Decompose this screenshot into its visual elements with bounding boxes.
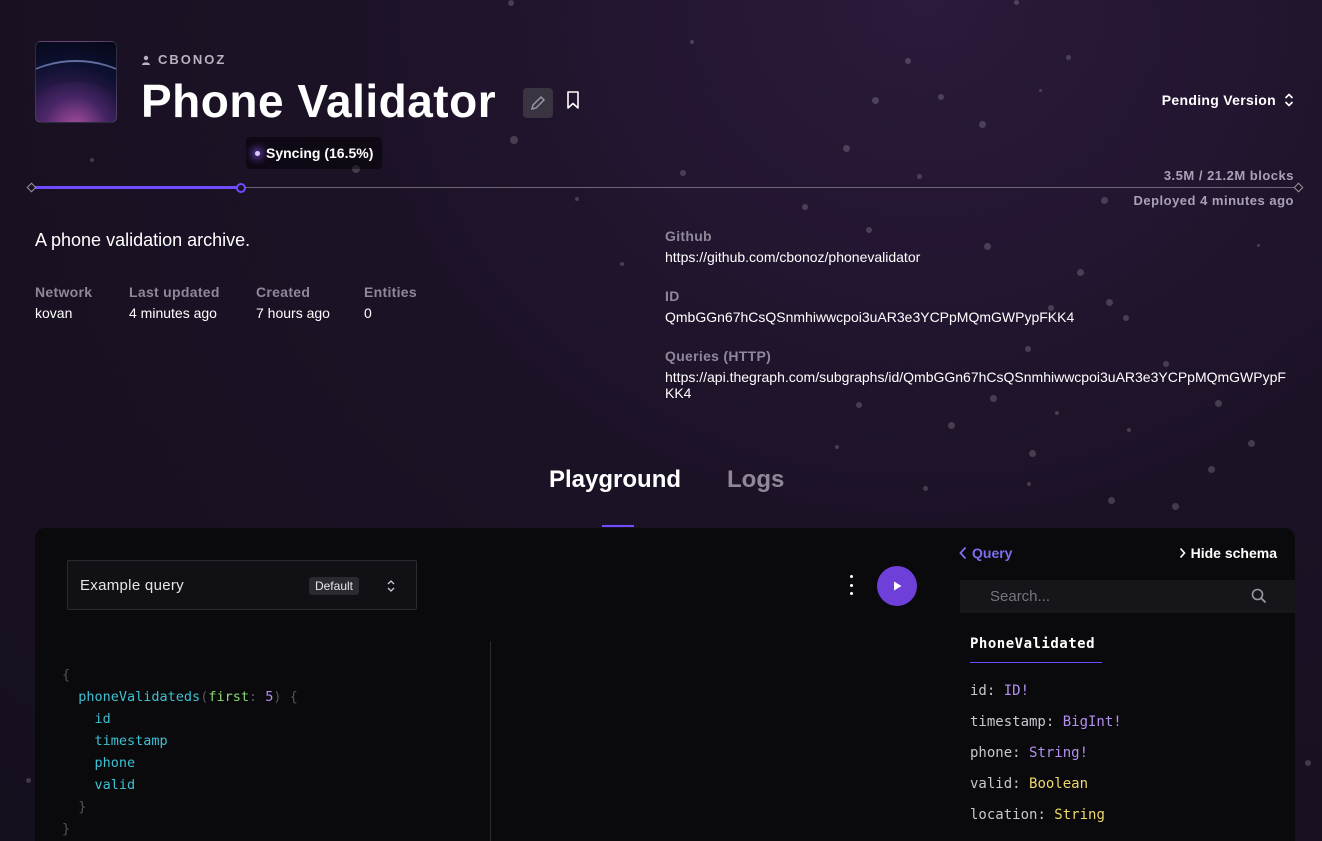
field-type[interactable]: ID! [1004,683,1029,699]
deployment-id[interactable]: QmbGGn67hCsQSnmhiwwcpoi3uAR3e3YCPpMQmGWP… [665,309,1295,325]
github-link[interactable]: https://github.com/cbonoz/phonevalidator [665,249,1295,265]
field-type[interactable]: String! [1029,745,1088,761]
sync-status-badge: Syncing (16.5%) [246,137,383,169]
code-field: valid [94,777,136,793]
code-field: phone [94,755,136,771]
code-field: id [94,711,111,727]
schema-field-row[interactable]: phone: String! [970,745,1122,776]
owner-name: CBONOZ [158,52,227,67]
info-github: Github https://github.com/cbonoz/phoneva… [665,228,1295,265]
sync-status-text: Syncing (16.5%) [266,145,374,161]
meta-created: Created 7 hours ago [256,284,330,321]
field-name: valid [970,776,1013,792]
meta-value: 0 [364,305,372,321]
code-entity: phoneValidateds [78,689,201,705]
sync-pulse-icon [255,150,260,156]
code-field: timestamp [94,733,168,749]
field-name: timestamp [970,714,1046,730]
code-brace: } [78,799,87,815]
hide-schema-label: Hide schema [1190,545,1277,561]
chevron-left-icon [959,546,967,560]
info-label: Queries (HTTP) [665,348,772,364]
schema-type-underline [970,662,1102,663]
meta-label: Entities [364,284,417,300]
run-query-button[interactable] [877,566,917,606]
bookmark-icon[interactable] [565,90,581,110]
code-brace: } [62,821,71,837]
schema-field-row[interactable]: timestamp: BigInt! [970,714,1122,745]
schema-back-button[interactable]: Query [959,545,1012,561]
field-type[interactable]: String [1054,807,1105,823]
schema-field-row[interactable]: valid: Boolean [970,776,1122,807]
progress-start-marker [26,182,37,193]
playground-panel: Example query Default { phoneValidateds(… [35,528,1295,841]
tab-playground[interactable]: Playground [549,466,681,494]
version-label: Pending Version [1161,92,1276,108]
info-label: ID [665,288,680,304]
owner-link[interactable]: CBONOZ [141,52,226,67]
default-badge: Default [308,577,359,595]
info-id: ID QmbGGn67hCsQSnmhiwwcpoi3uAR3e3YCPpMQm… [665,288,1295,325]
chevron-right-icon [1179,547,1186,559]
active-tab-indicator [602,525,634,527]
user-icon [142,55,150,65]
subgraph-avatar [35,41,117,123]
page-title: Phone Validator [141,75,497,127]
meta-value: 4 minutes ago [129,305,217,321]
code-brace: { [62,667,71,683]
hide-schema-button[interactable]: Hide schema [1179,545,1277,561]
schema-fields: id: ID! timestamp: BigInt! phone: String… [970,683,1122,838]
schema-field-row[interactable]: location: String [970,807,1122,838]
meta-network: Network kovan [35,284,92,321]
query-editor[interactable]: { phoneValidateds(first: 5) { id timesta… [62,664,298,840]
more-options-icon[interactable] [847,575,855,595]
editor-divider [490,641,491,841]
search-icon [1251,588,1267,604]
meta-value: kovan [35,305,73,321]
field-name: id [970,683,987,699]
version-selector[interactable]: Pending Version [1162,92,1294,108]
schema-search [960,580,1295,613]
progress-end-marker [1293,182,1304,193]
field-type[interactable]: BigInt! [1063,714,1122,730]
field-name: location [970,807,1038,823]
tab-logs[interactable]: Logs [727,466,784,494]
field-name: phone [970,745,1013,761]
info-queries: Queries (HTTP) https://api.thegraph.com/… [665,348,1295,401]
meta-label: Created [256,284,311,300]
meta-last-updated: Last updated 4 minutes ago [129,284,220,321]
queries-url[interactable]: https://api.thegraph.com/subgraphs/id/Qm… [665,369,1295,401]
play-icon [894,581,902,591]
query-name: Example query [80,576,184,594]
schema-field-row[interactable]: id: ID! [970,683,1122,714]
deployed-time: Deployed 4 minutes ago [1133,193,1294,208]
sync-progress-knob [236,183,246,193]
meta-value: 7 hours ago [256,305,330,321]
schema-type-name: PhoneValidated [970,636,1096,652]
blocks-count: 3.5M / 21.2M blocks [1163,168,1294,183]
sort-arrows-icon [1284,93,1294,107]
meta-label: Last updated [129,284,220,300]
schema-search-input[interactable] [960,580,1295,613]
info-label: Github [665,228,712,244]
sort-arrows-icon [387,580,395,592]
meta-label: Network [35,284,93,300]
code-arg-name: first [208,689,249,705]
meta-entities: Entities 0 [364,284,417,321]
edit-button[interactable] [523,88,553,118]
sync-progress-fill [32,186,241,189]
query-selector[interactable]: Example query Default [67,560,417,610]
schema-back-label: Query [972,545,1013,561]
pencil-icon [530,95,546,111]
field-type[interactable]: Boolean [1029,776,1088,792]
subgraph-description: A phone validation archive. [35,230,251,250]
